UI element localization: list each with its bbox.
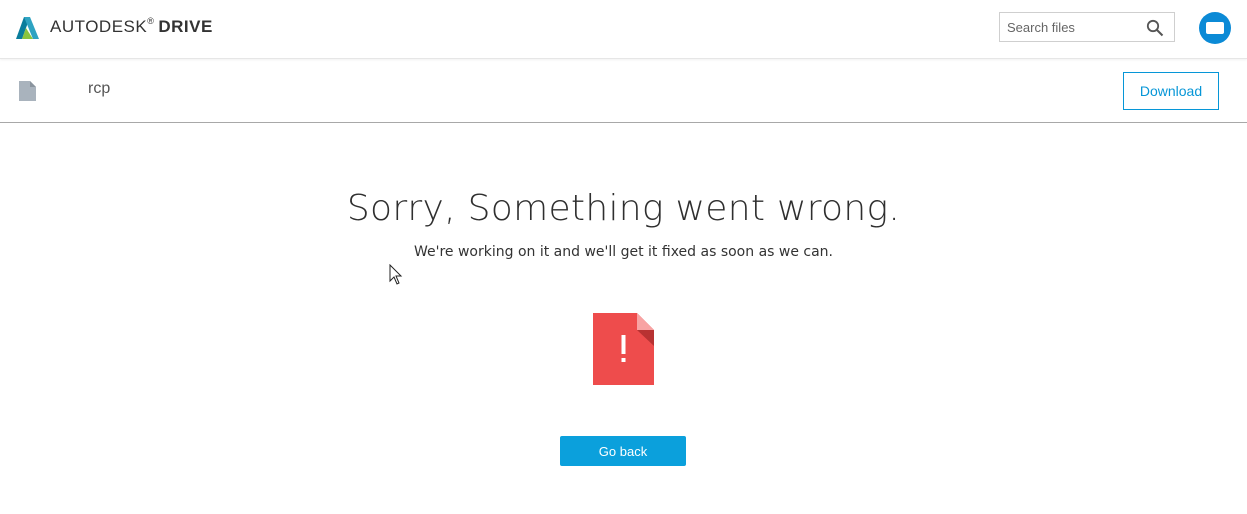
file-bar: rcp Download bbox=[0, 59, 1247, 123]
registered-mark: ® bbox=[147, 16, 155, 26]
search-icon[interactable] bbox=[1146, 19, 1164, 37]
search-box bbox=[999, 12, 1175, 42]
top-header: AUTODESK® DRIVE bbox=[0, 0, 1247, 59]
error-document-icon bbox=[593, 313, 654, 385]
product-name: DRIVE bbox=[158, 17, 213, 36]
document-icon bbox=[19, 81, 36, 101]
search-input[interactable] bbox=[1000, 13, 1147, 41]
error-message: We're working on it and we'll get it fix… bbox=[413, 244, 834, 260]
file-name: rcp bbox=[88, 80, 111, 97]
error-title: Sorry, Something went wrong. bbox=[346, 188, 901, 229]
autodesk-logo-icon[interactable] bbox=[14, 16, 40, 40]
brand-name: AUTODESK bbox=[50, 17, 148, 36]
download-button[interactable]: Download bbox=[1123, 72, 1219, 110]
brand-title[interactable]: AUTODESK® DRIVE bbox=[50, 16, 213, 37]
mouse-cursor-icon bbox=[389, 264, 403, 285]
user-avatar-icon[interactable] bbox=[1199, 12, 1231, 44]
go-back-button[interactable]: Go back bbox=[560, 436, 686, 466]
avatar-screen-shape bbox=[1206, 22, 1224, 34]
